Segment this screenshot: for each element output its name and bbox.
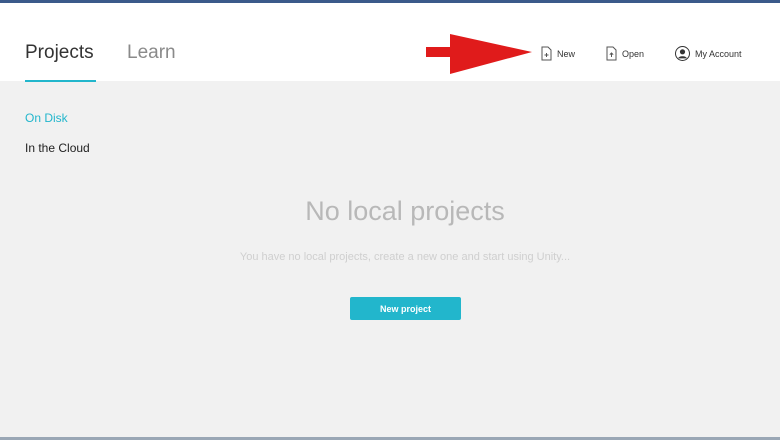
active-tab-indicator [25, 80, 96, 82]
sidebar-item-on-disk[interactable]: On Disk [25, 111, 68, 125]
open-button-label: Open [622, 49, 645, 59]
new-button[interactable]: New [541, 45, 575, 63]
my-account-button[interactable]: My Account [675, 45, 742, 63]
new-file-icon [541, 46, 552, 63]
empty-state-description: You have no local projects, create a new… [239, 251, 571, 263]
sidebar-item-in-the-cloud[interactable]: In the Cloud [25, 141, 90, 155]
new-button-label: New [557, 49, 576, 59]
top-header: Projects Learn New Open My Account [0, 3, 780, 82]
empty-state-title: No local projects [305, 196, 505, 226]
my-account-label: My Account [695, 49, 742, 59]
open-button[interactable]: Open [606, 45, 644, 63]
red-arrow-icon [426, 34, 532, 74]
user-avatar-icon [675, 45, 690, 63]
new-project-button[interactable]: New project [350, 297, 461, 320]
tab-learn[interactable]: Learn [127, 41, 176, 65]
tab-projects[interactable]: Projects [25, 41, 94, 65]
open-file-icon [606, 46, 617, 63]
